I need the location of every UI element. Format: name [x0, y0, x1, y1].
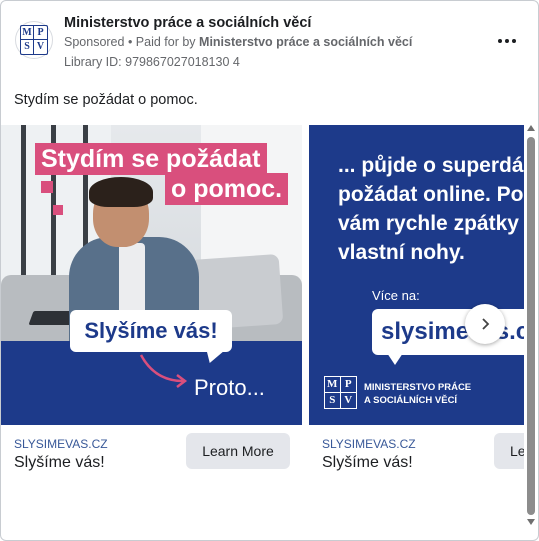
learn-more-button[interactable]: Le: [494, 433, 524, 469]
url-bubble-tail: [387, 353, 403, 365]
image-headline-line-2: o pomoc.: [165, 173, 289, 205]
speech-bubble: Slyšíme vás!: [70, 310, 232, 352]
pink-square: [53, 205, 63, 215]
dot-icon: [505, 39, 509, 43]
chevron-right-icon: [482, 318, 490, 330]
sponsored-label: Sponsored: [64, 35, 125, 49]
paid-for-prefix: • Paid for by: [124, 35, 200, 49]
learn-more-button[interactable]: Learn More: [186, 433, 290, 469]
carousel-card-2[interactable]: ... půjde o superdá požádat online. Po v…: [309, 125, 524, 481]
card-1-footer: SLYSIMEVAS.CZ Slyšíme vás! Learn More: [1, 425, 302, 481]
dot-icon: [512, 39, 516, 43]
library-id: Library ID: 979867027018130 4: [64, 55, 240, 69]
dot-icon: [498, 39, 502, 43]
ministry-name: MINISTERSTVO PRÁCE A SOCIÁLNÍCH VĚCÍ: [364, 382, 472, 406]
mpsv-logo: M P S V: [20, 25, 48, 55]
scroll-down-arrow-icon[interactable]: [527, 519, 535, 525]
vice-na-label: Více na:: [372, 288, 420, 303]
card-2-image-text: ... půjde o superdá požádat online. Po v…: [338, 154, 524, 264]
card-title[interactable]: Slyšíme vás!: [322, 454, 413, 472]
sponsored-line: Sponsored • Paid for by Ministerstvo prá…: [64, 35, 412, 49]
proto-text: Proto...: [194, 375, 265, 400]
page-avatar[interactable]: M P S V: [15, 21, 53, 59]
person-hair: [89, 177, 153, 207]
image-headline-line-1: Stydím se požádat: [35, 143, 267, 175]
carousel-next-button[interactable]: [465, 304, 505, 344]
card-domain[interactable]: SLYSIMEVAS.CZ: [322, 437, 416, 451]
card-title[interactable]: Slyšíme vás!: [14, 454, 105, 472]
card-domain[interactable]: SLYSIMEVAS.CZ: [14, 437, 108, 451]
pink-square: [41, 181, 53, 193]
arrow-icon: [139, 354, 188, 388]
ad-body-text: Stydím se požádat o pomoc.: [14, 92, 198, 108]
carousel: Stydím se požádat o pomoc. Slyšíme vás! …: [1, 125, 524, 481]
more-options-button[interactable]: [495, 31, 519, 51]
scrollbar[interactable]: [525, 125, 537, 531]
card-1-image[interactable]: Stydím se požádat o pomoc. Slyšíme vás! …: [1, 125, 302, 425]
scroll-up-arrow-icon[interactable]: [527, 125, 535, 131]
page-name-link[interactable]: Ministerstvo práce a sociálních věcí: [64, 15, 311, 31]
paid-for-name: Ministerstvo práce a sociálních věcí: [199, 35, 413, 49]
mpsv-logo: M P S V: [324, 376, 357, 409]
ad-card: M P S V Ministerstvo práce a sociálních …: [0, 0, 539, 541]
carousel-card-1[interactable]: Stydím se požádat o pomoc. Slyšíme vás! …: [1, 125, 302, 481]
card-2-footer: SLYSIMEVAS.CZ Slyšíme vás! Le: [309, 425, 524, 481]
scrollbar-thumb[interactable]: [527, 137, 535, 515]
card-2-image[interactable]: ... půjde o superdá požádat online. Po v…: [309, 125, 524, 425]
